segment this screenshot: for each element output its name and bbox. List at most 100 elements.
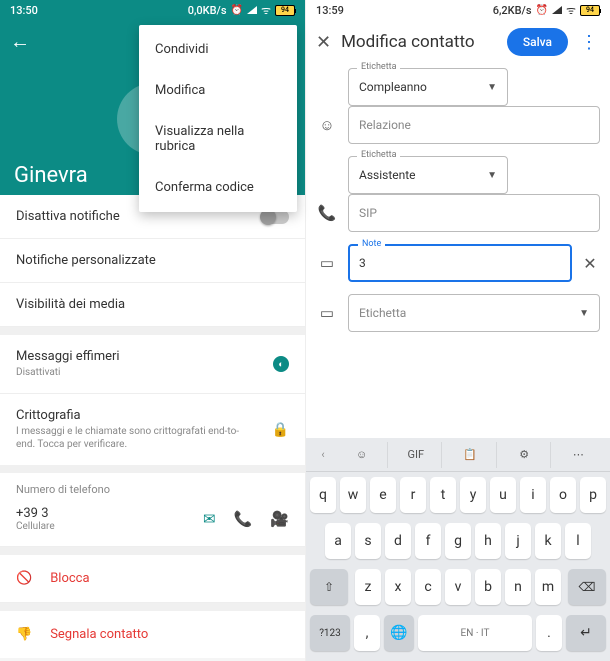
key-b[interactable]: b (475, 569, 501, 605)
status-bar: 13:59 6,2KB/s ⏰ ᯤ 94 (306, 0, 610, 18)
globe-key[interactable]: 🌐 (384, 615, 414, 651)
alarm-icon: ⏰ (231, 5, 243, 16)
key-j[interactable]: j (505, 523, 531, 559)
menu-edit[interactable]: Modifica (139, 70, 297, 111)
status-net: 0,0KB/s (188, 4, 227, 17)
lock-icon: 🔒 (272, 422, 289, 438)
kbd-settings-icon[interactable]: ⚙ (499, 442, 551, 468)
key-f[interactable]: f (415, 523, 441, 559)
key-u[interactable]: u (490, 477, 516, 513)
chevron-down-icon: ▼ (487, 170, 497, 181)
birthday-label-dropdown[interactable]: Etichetta Compleanno ▼ (348, 68, 508, 106)
comma-key[interactable]: , (354, 615, 380, 651)
row-encryption[interactable]: Crittografia I messaggi e le chiamate so… (0, 394, 305, 465)
save-button[interactable]: Salva (507, 28, 568, 56)
clear-note-icon[interactable]: ✕ (580, 254, 600, 273)
key-s[interactable]: s (355, 523, 381, 559)
wifi-icon: ᯤ (566, 3, 576, 18)
key-r[interactable]: r (400, 477, 426, 513)
key-y[interactable]: y (460, 477, 486, 513)
note-field[interactable]: Note 3 (348, 244, 572, 282)
signal-icon (552, 6, 562, 14)
key-c[interactable]: c (415, 569, 441, 605)
relation-icon: ☺ (314, 116, 340, 134)
kbd-sticker-icon[interactable]: ☺ (336, 442, 388, 468)
row-phone: +39 3 Cellulare ✉ 📞 🎥 (0, 500, 305, 547)
key-a[interactable]: a (325, 523, 351, 559)
row-ephemeral-messages[interactable]: Messaggi effimeri Disattivati ◐ (0, 335, 305, 394)
back-arrow-icon[interactable]: ← (10, 29, 30, 54)
status-net: 6,2KB/s (493, 4, 532, 17)
more-icon[interactable]: ⋮ (578, 32, 600, 53)
shift-key[interactable]: ⇧ (310, 569, 348, 605)
kbd-row1: qwertyuiop (306, 472, 610, 518)
keyboard: ‹ ☺ GIF 📋 ⚙ ⋯ qwertyuiop asdfghjkl ⇧ zxc… (306, 438, 610, 661)
phone-section-label: Numero di telefono (0, 473, 305, 500)
key-v[interactable]: v (445, 569, 471, 605)
phone-number: +39 3 (16, 506, 55, 521)
menu-share[interactable]: Condividi (139, 29, 297, 70)
menu-view-addressbook[interactable]: Visualizza nella rubrica (139, 111, 297, 167)
chevron-down-icon: ▼ (579, 308, 589, 319)
block-icon: 🚫 (16, 571, 32, 586)
sip-icon: 📞 (314, 204, 340, 222)
key-d[interactable]: d (385, 523, 411, 559)
row-custom-notifications[interactable]: Notifiche personalizzate (0, 239, 305, 283)
menu-verify-code[interactable]: Conferma codice (139, 167, 297, 208)
enter-key[interactable]: ↵ (566, 615, 606, 651)
row-media-visibility[interactable]: Visibilità dei media (0, 283, 305, 327)
key-l[interactable]: l (565, 523, 591, 559)
call-icon[interactable]: 📞 (234, 510, 253, 528)
sip-field[interactable]: SIP (348, 194, 600, 232)
kbd-row2: asdfghjkl (306, 518, 610, 564)
message-icon[interactable]: ✉ (203, 510, 216, 528)
page-title: Modifica contatto (341, 32, 497, 52)
backspace-key[interactable]: ⌫ (568, 569, 606, 605)
key-e[interactable]: e (370, 477, 396, 513)
key-h[interactable]: h (475, 523, 501, 559)
thumb-down-icon: 👎 (16, 627, 32, 642)
key-p[interactable]: p (580, 477, 606, 513)
kbd-row4: ?123 , 🌐 EN · IT . ↵ (306, 610, 610, 656)
symbols-key[interactable]: ?123 (310, 615, 350, 651)
key-n[interactable]: n (505, 569, 531, 605)
row-block[interactable]: 🚫 Blocca (0, 555, 305, 603)
key-z[interactable]: z (355, 569, 381, 605)
key-k[interactable]: k (535, 523, 561, 559)
video-call-icon[interactable]: 🎥 (270, 510, 289, 528)
alarm-icon: ⏰ (536, 5, 548, 16)
phone-type: Cellulare (16, 521, 55, 532)
kbd-more-icon[interactable]: ⋯ (553, 442, 604, 468)
key-x[interactable]: x (385, 569, 411, 605)
key-q[interactable]: q (310, 477, 336, 513)
status-time: 13:50 (10, 4, 38, 17)
kbd-collapse-icon[interactable]: ‹ (312, 442, 334, 468)
row-report[interactable]: 👎 Segnala contatto (0, 611, 305, 658)
overflow-menu: Condividi Modifica Visualizza nella rubr… (139, 25, 297, 212)
kbd-gif[interactable]: GIF (390, 442, 442, 468)
key-w[interactable]: w (340, 477, 366, 513)
kbd-clipboard-icon[interactable]: 📋 (444, 442, 496, 468)
period-key[interactable]: . (536, 615, 562, 651)
key-m[interactable]: m (535, 569, 561, 605)
key-t[interactable]: t (430, 477, 456, 513)
battery-icon: 94 (275, 5, 295, 16)
status-time: 13:59 (316, 4, 344, 17)
chevron-down-icon: ▼ (487, 82, 497, 93)
status-bar: 13:50 0,0KB/s ⏰ ᯤ 94 (0, 0, 305, 18)
key-i[interactable]: i (520, 477, 546, 513)
close-icon[interactable]: ✕ (316, 32, 331, 53)
key-o[interactable]: o (550, 477, 576, 513)
key-g[interactable]: g (445, 523, 471, 559)
kbd-row3: ⇧ zxcvbnm ⌫ (306, 564, 610, 610)
assistant-label-dropdown[interactable]: Etichetta Assistente ▼ (348, 156, 508, 194)
space-key[interactable]: EN · IT (418, 615, 532, 651)
ephemeral-icon: ◐ (273, 356, 289, 372)
relation-field[interactable]: Relazione (348, 106, 600, 144)
tag-icon: ▭ (314, 304, 340, 322)
battery-icon: 94 (580, 5, 600, 16)
note-icon: ▭ (314, 254, 340, 272)
tag-dropdown[interactable]: Etichetta ▼ (348, 294, 600, 332)
signal-icon (247, 6, 257, 14)
wifi-icon: ᯤ (261, 3, 271, 18)
